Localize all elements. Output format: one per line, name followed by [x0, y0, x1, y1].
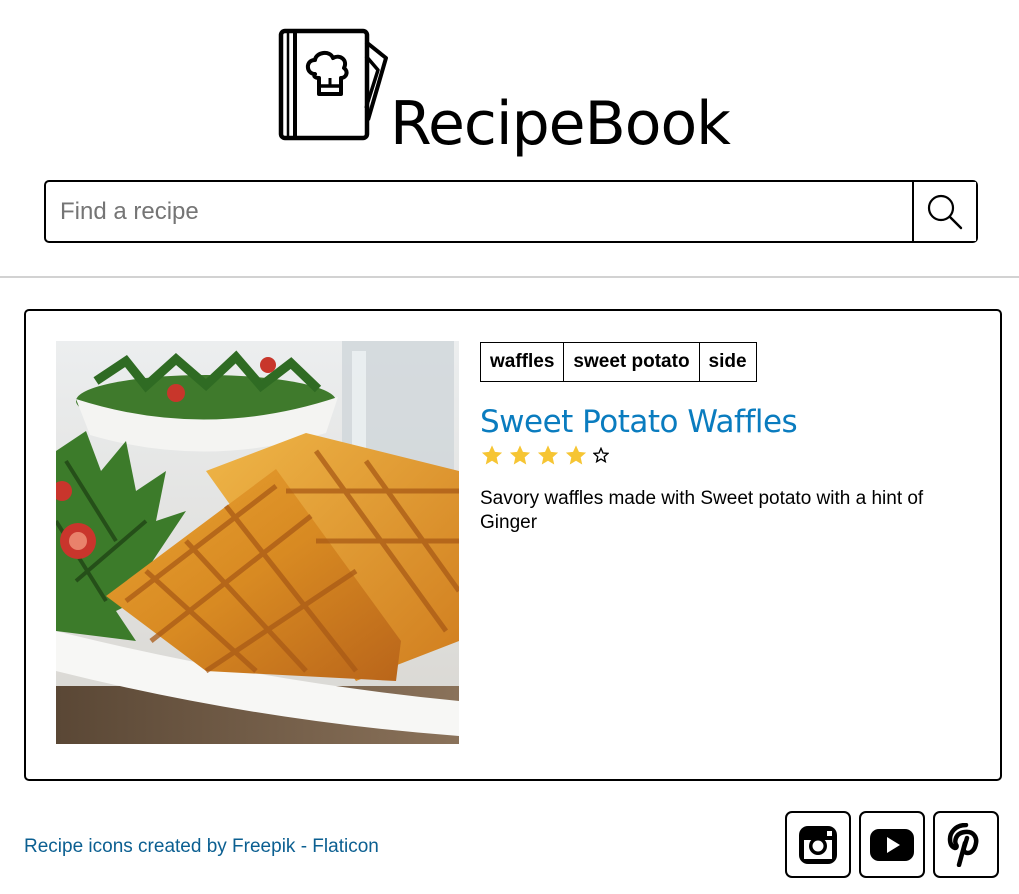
- search-icon: [927, 194, 963, 229]
- star-filled-icon: [509, 445, 531, 465]
- header-divider: [0, 276, 1019, 278]
- pinterest-button[interactable]: [933, 811, 999, 878]
- recipe-book-icon: [278, 28, 388, 141]
- recipe-title[interactable]: Sweet Potato Waffles: [480, 404, 798, 440]
- star-filled-icon: [537, 445, 559, 465]
- search-input[interactable]: [46, 182, 912, 241]
- recipe-photo[interactable]: [56, 341, 459, 744]
- youtube-button[interactable]: [859, 811, 925, 878]
- tag-list: waffles sweet potato side: [480, 342, 757, 382]
- star-empty-icon: [593, 447, 609, 463]
- logo[interactable]: RecipeBook: [278, 28, 758, 154]
- search-bar: [44, 180, 978, 243]
- recipe-card[interactable]: waffles sweet potato side Sweet Potato W…: [24, 309, 1002, 781]
- instagram-button[interactable]: [785, 811, 851, 878]
- header: RecipeBook: [0, 0, 1019, 278]
- recipe-description: Savory waffles made with Sweet potato wi…: [480, 488, 924, 533]
- brand-name: RecipeBook: [390, 89, 731, 159]
- tag-waffles[interactable]: waffles: [480, 342, 565, 382]
- tag-sweet-potato[interactable]: sweet potato: [563, 342, 700, 382]
- youtube-icon: [870, 828, 914, 861]
- instagram-icon: [799, 825, 837, 864]
- star-filled-icon: [481, 445, 503, 465]
- tag-side[interactable]: side: [698, 342, 757, 382]
- star-filled-icon: [565, 445, 587, 465]
- pinterest-icon: [947, 822, 979, 867]
- icon-credit-link[interactable]: Recipe icons created by Freepik - Flatic…: [24, 836, 379, 858]
- waffle-photo: [56, 341, 459, 744]
- star-rating: [481, 444, 615, 466]
- search-button[interactable]: [912, 182, 976, 241]
